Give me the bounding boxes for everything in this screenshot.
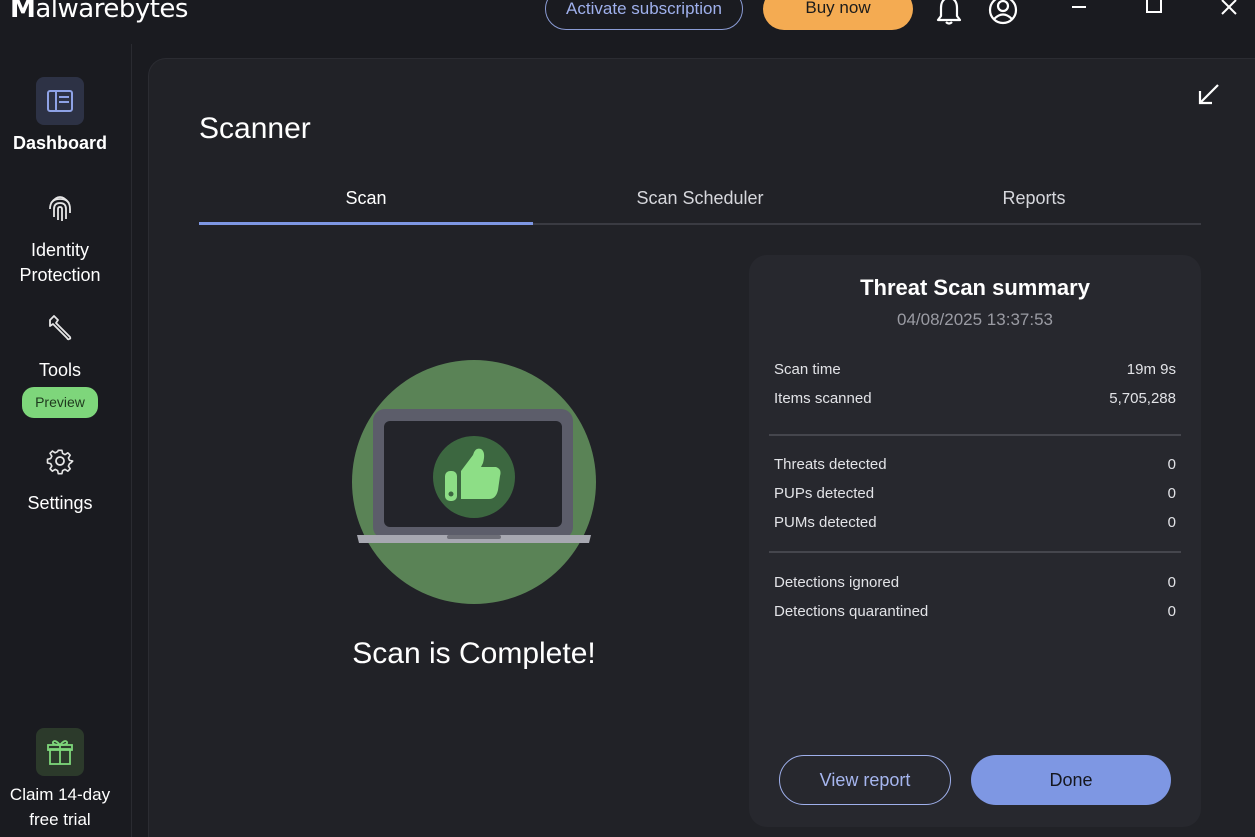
sidebar-item-label: Identity Protection xyxy=(19,240,101,285)
bell-icon[interactable] xyxy=(933,0,965,26)
sidebar-item-claim-trial[interactable]: Claim 14-day free trial xyxy=(0,728,120,832)
scanner-tabs: Scan Scan Scheduler Reports xyxy=(199,177,1201,225)
page-title: Scanner xyxy=(199,112,311,145)
scan-complete-illustration xyxy=(352,360,596,604)
done-button[interactable]: Done xyxy=(971,755,1171,805)
scan-status-text: Scan is Complete! xyxy=(352,637,596,670)
sidebar-item-label: Claim 14-day free trial xyxy=(9,785,111,829)
sidebar-item-label: Settings xyxy=(27,493,93,513)
row-value: 0 xyxy=(1167,485,1176,502)
summary-timestamp: 04/08/2025 13:37:53 xyxy=(897,310,1053,329)
scanner-panel: Scanner Scan Scan Scheduler Reports Scan… xyxy=(148,58,1255,837)
summary-title: Threat Scan summary xyxy=(860,275,1090,300)
title-bar: Malwarebytes Activate subscription Buy n… xyxy=(0,0,1255,44)
summary-row-pums-detected: PUMs detected 0 xyxy=(774,514,1176,531)
threat-scan-summary-card: Threat Scan summary 04/08/2025 13:37:53 … xyxy=(749,255,1201,827)
maximize-icon[interactable] xyxy=(1139,0,1169,26)
sidebar-item-label: Tools xyxy=(38,360,82,380)
summary-row-detections-ignored: Detections ignored 0 xyxy=(774,574,1176,591)
row-label: Threats detected xyxy=(774,456,887,473)
wrench-icon xyxy=(36,304,84,352)
sidebar-item-tools[interactable]: Tools Preview xyxy=(0,304,120,418)
summary-row-items-scanned: Items scanned 5,705,288 xyxy=(774,390,1176,407)
row-label: PUMs detected xyxy=(774,514,877,531)
gear-icon xyxy=(36,437,84,485)
buy-now-button[interactable]: Buy now xyxy=(763,0,913,30)
tab-scan-scheduler[interactable]: Scan Scheduler xyxy=(533,188,867,209)
sidebar-item-settings[interactable]: Settings xyxy=(0,437,120,516)
row-value: 0 xyxy=(1167,574,1176,591)
row-label: Detections ignored xyxy=(774,574,900,591)
row-value: 0 xyxy=(1167,456,1176,473)
summary-row-pups-detected: PUPs detected 0 xyxy=(774,485,1176,502)
row-value: 19m 9s xyxy=(1126,361,1176,378)
summary-row-detections-quarantined: Detections quarantined 0 xyxy=(774,603,1176,620)
tab-scan[interactable]: Scan xyxy=(199,188,533,209)
close-icon[interactable] xyxy=(1214,0,1244,26)
minimize-icon[interactable] xyxy=(1064,0,1094,26)
dashboard-icon xyxy=(36,77,84,125)
tab-reports[interactable]: Reports xyxy=(867,188,1201,209)
gift-icon xyxy=(36,728,84,776)
collapse-icon[interactable] xyxy=(1192,79,1224,111)
row-label: PUPs detected xyxy=(774,485,875,502)
sidebar-item-identity-protection[interactable]: Identity Protection xyxy=(0,184,120,288)
row-label: Detections quarantined xyxy=(774,603,929,620)
divider xyxy=(769,551,1181,553)
activate-subscription-button[interactable]: Activate subscription xyxy=(545,0,743,30)
account-icon[interactable] xyxy=(987,0,1019,26)
row-value: 5,705,288 xyxy=(1109,390,1176,407)
row-value: 0 xyxy=(1167,603,1176,620)
fingerprint-icon xyxy=(36,184,84,232)
divider xyxy=(769,434,1181,436)
malwarebytes-logo: Malwarebytes xyxy=(10,0,188,24)
active-tab-indicator xyxy=(199,222,533,225)
summary-row-threats-detected: Threats detected 0 xyxy=(774,456,1176,473)
sidebar-item-dashboard[interactable]: Dashboard xyxy=(0,77,120,156)
sidebar-item-label: Dashboard xyxy=(12,133,108,153)
row-label: Scan time xyxy=(774,361,841,378)
preview-badge: Preview xyxy=(22,387,98,418)
row-value: 0 xyxy=(1167,514,1176,531)
summary-row-scan-time: Scan time 19m 9s xyxy=(774,361,1176,378)
sidebar: Dashboard Identity Protection Tools Prev… xyxy=(0,44,132,837)
view-report-button[interactable]: View report xyxy=(779,755,951,805)
row-label: Items scanned xyxy=(774,390,872,407)
